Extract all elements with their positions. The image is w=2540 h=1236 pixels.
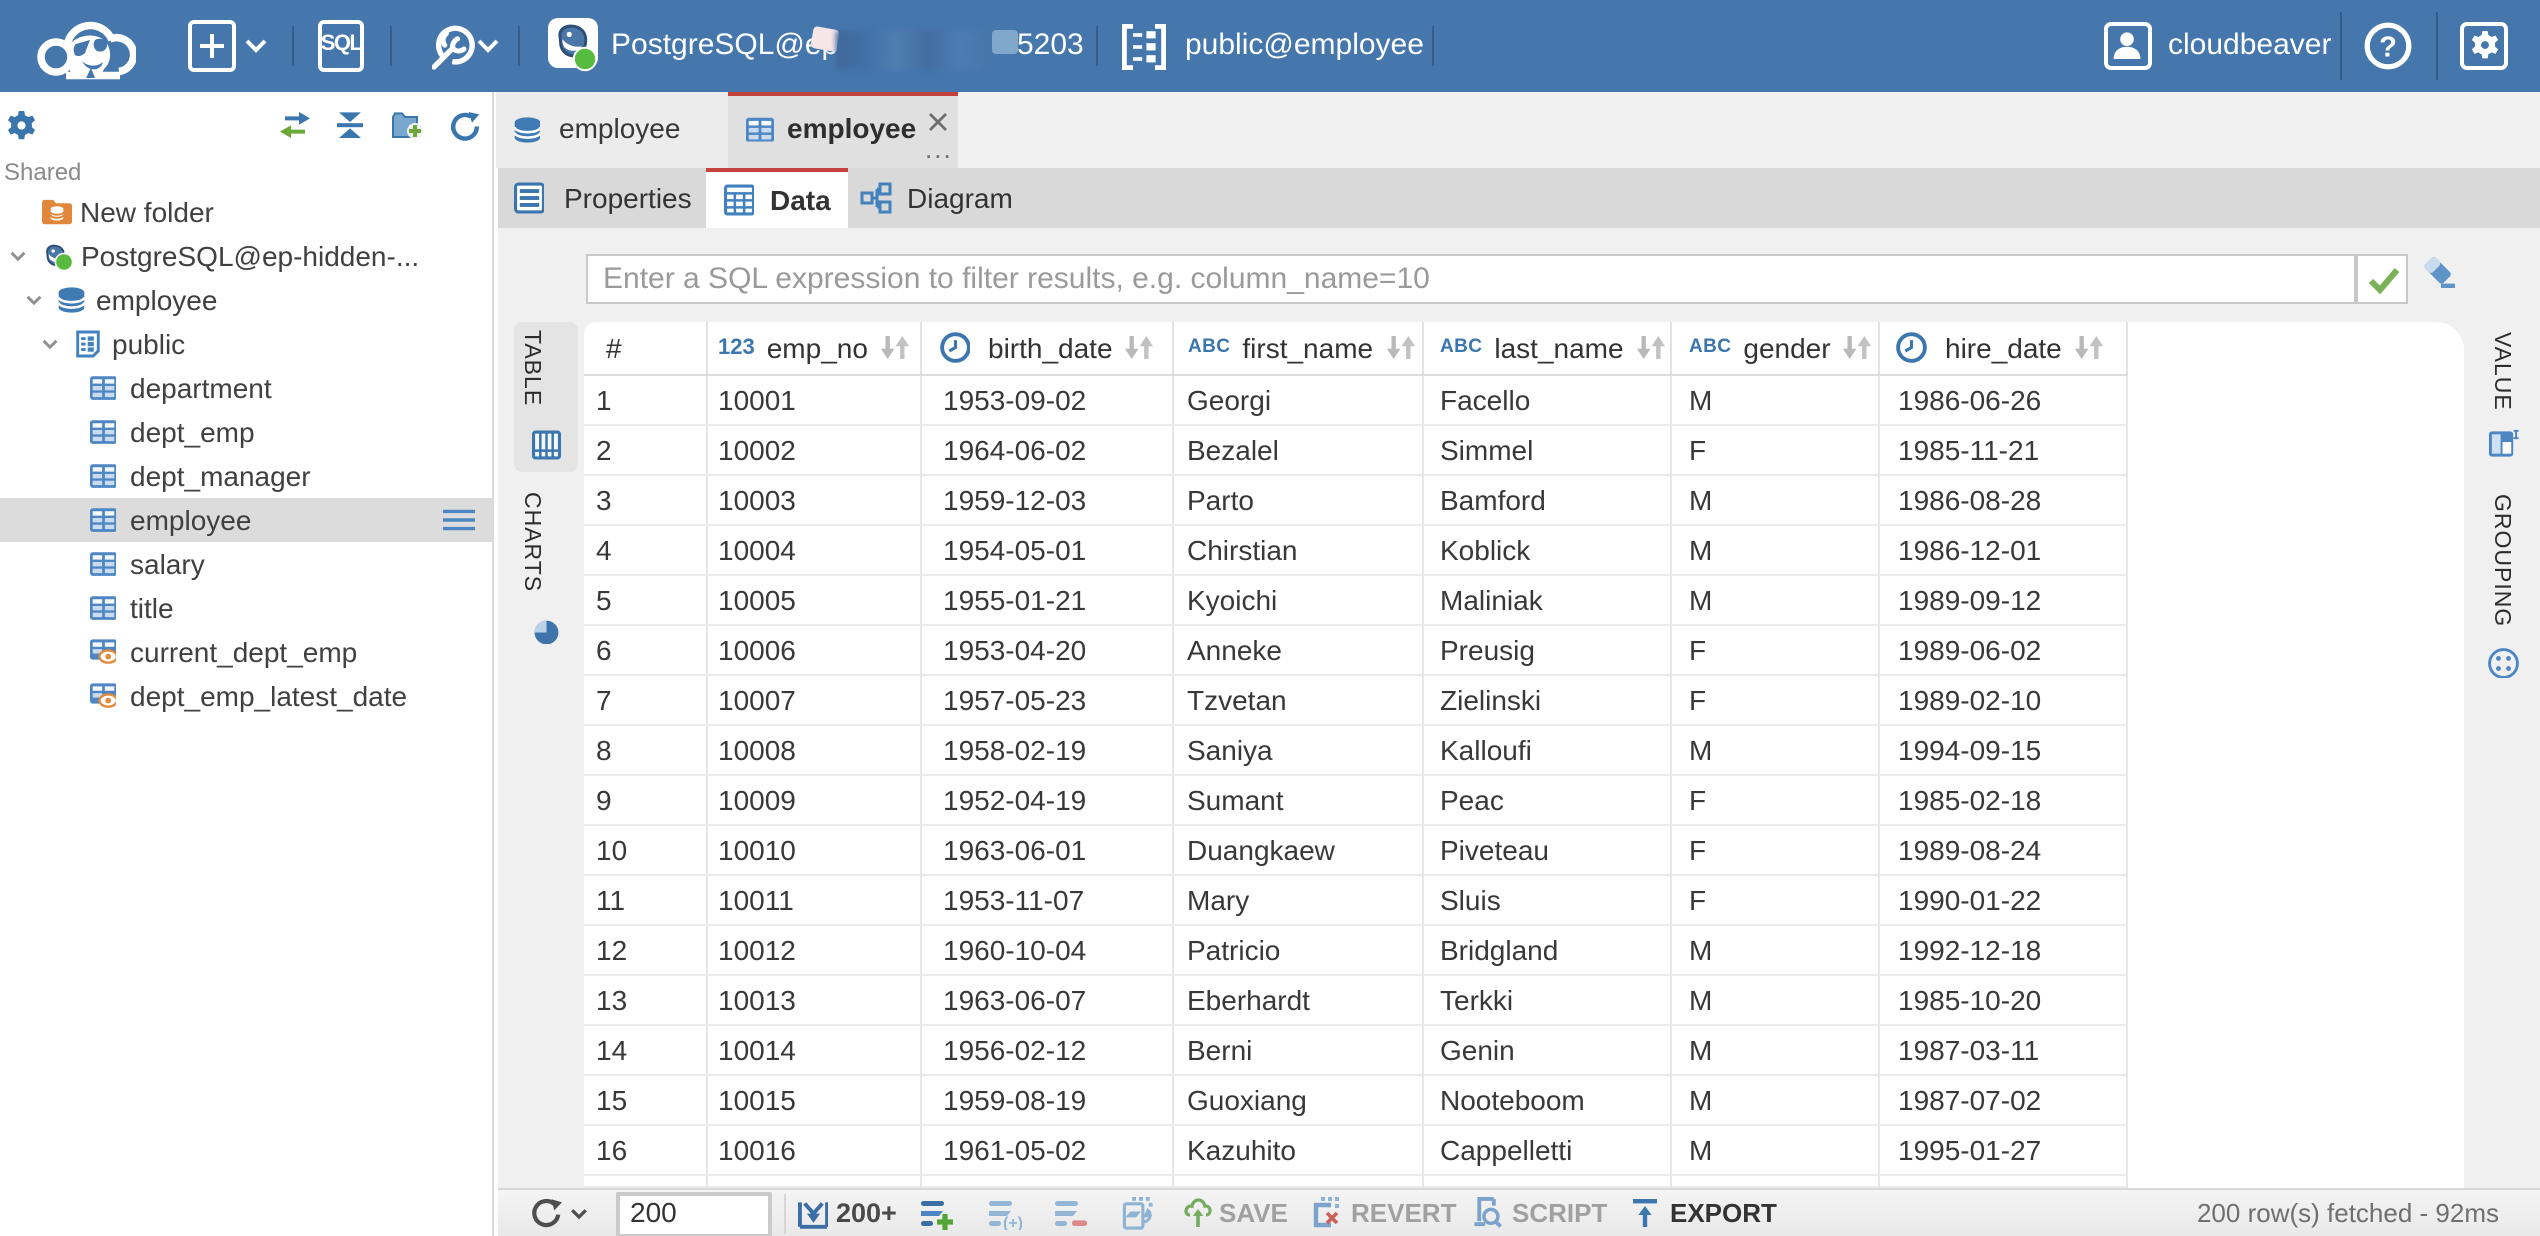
svg-text:(+): (+) xyxy=(1003,1214,1022,1229)
svg-text:?: ? xyxy=(2379,31,2397,63)
